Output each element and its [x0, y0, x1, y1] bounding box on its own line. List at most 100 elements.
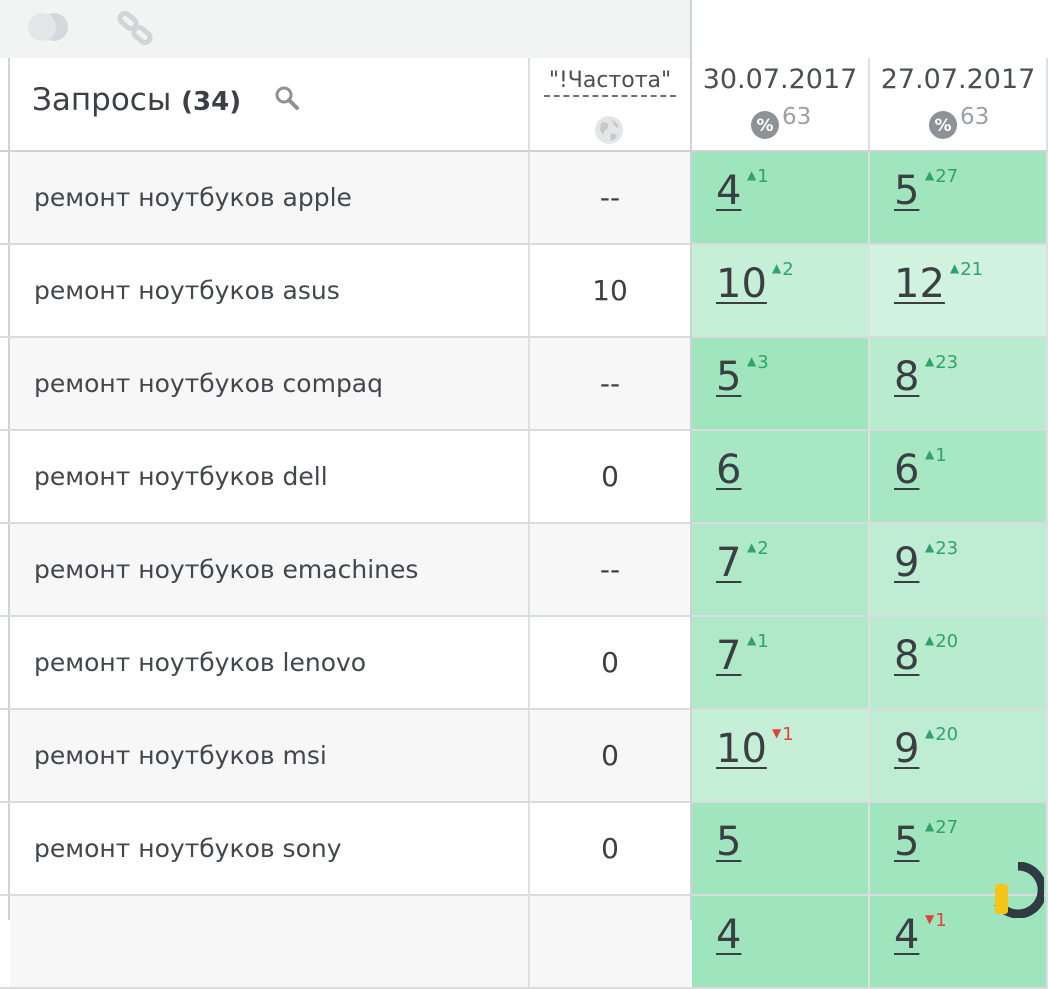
- table-header: Запросы (34) "!Частота" 30.07.2017 % 63 …: [0, 58, 1048, 152]
- arrow-up-icon: ▲: [925, 540, 935, 554]
- position-change-up: ▲1: [925, 445, 947, 466]
- position-link[interactable]: 9: [894, 726, 919, 772]
- position-change-up: ▲23: [925, 352, 958, 373]
- position-change-value: 1: [757, 166, 769, 187]
- position-change-up: ▲2: [772, 259, 794, 280]
- table-row: ремонт ноутбуков compaq -- 5 ▲3 8 ▲23: [0, 338, 1048, 431]
- percent-icon: %: [929, 111, 957, 139]
- position-cell: 10 ▼1: [692, 710, 870, 801]
- position-link[interactable]: 8: [894, 354, 919, 400]
- query-cell: ремонт ноутбуков asus: [10, 245, 530, 336]
- position-link[interactable]: 4: [716, 912, 741, 958]
- toggle-icon[interactable]: [26, 12, 72, 42]
- frequency-cell: --: [530, 338, 690, 429]
- queries-count: (34): [181, 87, 242, 117]
- position-change-value: 20: [935, 724, 959, 745]
- position-cell: 5 ▲3: [692, 338, 870, 429]
- position-change-up: ▲21: [950, 259, 983, 280]
- query-text: ремонт ноутбуков sony: [34, 834, 342, 863]
- table-row: ремонт ноутбуков dell 0 6 6 ▲1: [0, 431, 1048, 524]
- query-cell: ремонт ноутбуков dell: [10, 431, 530, 522]
- position-change-up: ▲2: [747, 538, 769, 559]
- position-link[interactable]: 5: [716, 819, 741, 865]
- date-column-header[interactable]: 27.07.2017 % 63: [870, 58, 1048, 150]
- position-change-value: 1: [935, 445, 947, 466]
- frequency-cell: 0: [530, 710, 690, 801]
- position-change-value: 23: [935, 352, 959, 373]
- arrow-up-icon: ▲: [925, 819, 935, 833]
- position-link[interactable]: 4: [894, 912, 919, 958]
- column-divider: [690, 0, 692, 920]
- position-change-value: 1: [782, 724, 794, 745]
- query-cell: ремонт ноутбуков compaq: [10, 338, 530, 429]
- position-link[interactable]: 6: [716, 447, 741, 493]
- position-link[interactable]: 5: [894, 168, 919, 214]
- query-text: ремонт ноутбуков asus: [34, 276, 340, 305]
- position-link[interactable]: 12: [894, 261, 945, 307]
- position-cell: 12 ▲21: [870, 245, 1048, 336]
- toolbar-right-area: [692, 0, 1048, 60]
- position-link[interactable]: 4: [716, 168, 741, 214]
- table-row: ремонт ноутбуков apple -- 4 ▲1 5 ▲27: [0, 152, 1048, 245]
- position-change-value: 20: [935, 631, 959, 652]
- globe-icon: [595, 116, 623, 144]
- table-row: ремонт ноутбуков msi 0 10 ▼1 9 ▲20: [0, 710, 1048, 803]
- frequency-label[interactable]: "!Частота": [544, 68, 676, 97]
- position-change-value: 2: [782, 259, 794, 280]
- position-cell: 7 ▲1: [692, 617, 870, 708]
- position-link[interactable]: 7: [716, 540, 741, 586]
- query-cell: [10, 896, 530, 987]
- position-link[interactable]: 8: [894, 633, 919, 679]
- position-link[interactable]: 10: [716, 261, 767, 307]
- frequency-cell: 10: [530, 245, 690, 336]
- query-text: ремонт ноутбуков lenovo: [34, 648, 367, 677]
- position-link[interactable]: 9: [894, 540, 919, 586]
- arrow-up-icon: ▲: [925, 354, 935, 368]
- position-link[interactable]: 7: [716, 633, 741, 679]
- position-link[interactable]: 5: [716, 354, 741, 400]
- arrow-up-icon: ▲: [747, 633, 757, 647]
- svg-text:%: %: [756, 116, 773, 136]
- position-link[interactable]: 6: [894, 447, 919, 493]
- position-change-up: ▲3: [747, 352, 769, 373]
- frequency-cell: [530, 896, 690, 987]
- position-change-value: 1: [935, 910, 947, 931]
- query-text: ремонт ноутбуков dell: [34, 462, 328, 491]
- percent-value: 63: [960, 104, 990, 130]
- toolbar: [0, 0, 690, 60]
- position-change-value: 27: [935, 166, 959, 187]
- frequency-cell: --: [530, 152, 690, 243]
- table-row: ремонт ноутбуков sony 0 5 5 ▲27: [0, 803, 1048, 896]
- position-cell: 4: [692, 896, 870, 987]
- queries-title-text: Запросы: [32, 82, 172, 118]
- query-cell: ремонт ноутбуков lenovo: [10, 617, 530, 708]
- link-icon[interactable]: [116, 10, 154, 46]
- frequency-column-header[interactable]: "!Частота": [530, 58, 690, 150]
- table-row: ремонт ноутбуков lenovo 0 7 ▲1 8 ▲20: [0, 617, 1048, 710]
- query-text: ремонт ноутбуков msi: [34, 741, 327, 770]
- search-icon[interactable]: [274, 85, 300, 111]
- brand-logo: [994, 862, 1044, 918]
- position-change-value: 2: [757, 538, 769, 559]
- position-cell: 5: [692, 803, 870, 894]
- position-link[interactable]: 5: [894, 819, 919, 865]
- position-cell: 8 ▲23: [870, 338, 1048, 429]
- table-row: ремонт ноутбуков emachines -- 7 ▲2 9 ▲23: [0, 524, 1048, 617]
- position-change-value: 27: [935, 817, 959, 838]
- arrow-up-icon: ▲: [747, 168, 757, 182]
- table-row: 4 4 ▼1: [0, 896, 1048, 989]
- position-change-value: 1: [757, 631, 769, 652]
- arrow-up-icon: ▲: [925, 633, 935, 647]
- table-row: ремонт ноутбуков asus 10 10 ▲2 12 ▲21: [0, 245, 1048, 338]
- queries-column-header[interactable]: Запросы (34): [10, 58, 530, 150]
- arrow-up-icon: ▲: [925, 168, 935, 182]
- date-label: 30.07.2017: [702, 64, 858, 95]
- position-change-up: ▲27: [925, 166, 958, 187]
- query-cell: ремонт ноутбуков apple: [10, 152, 530, 243]
- arrow-up-icon: ▲: [925, 726, 935, 740]
- date-column-header[interactable]: 30.07.2017 % 63: [692, 58, 870, 150]
- position-cell: 9 ▲23: [870, 524, 1048, 615]
- arrow-up-icon: ▲: [772, 261, 782, 275]
- percent-value: 63: [782, 104, 812, 130]
- position-link[interactable]: 10: [716, 726, 767, 772]
